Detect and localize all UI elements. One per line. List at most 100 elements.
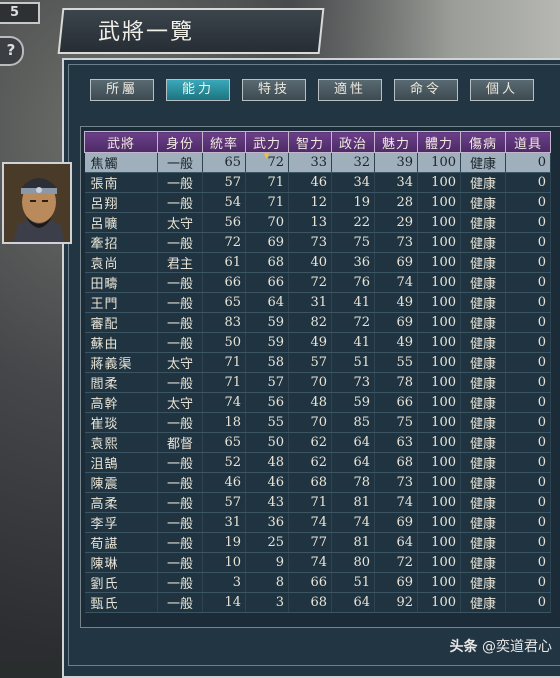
tab-4[interactable]: 命令	[394, 79, 458, 101]
cell-道具: 0	[505, 372, 551, 393]
cell-道具: 0	[505, 272, 551, 293]
cell-政治: 81	[331, 532, 375, 553]
cell-政治: 81	[331, 492, 375, 513]
cell-身份: 一般	[157, 192, 203, 213]
cell-武力: 68	[245, 252, 289, 273]
cell-身份: 一般	[157, 592, 203, 613]
table-row[interactable]: 呂曠 太守 56 70 13 22 29 100 健康 0	[84, 212, 551, 233]
tab-0[interactable]: 所屬	[90, 79, 154, 101]
cell-傷病: 健康	[460, 212, 506, 233]
cell-魅力: 69	[374, 512, 418, 533]
cell-體力: 100	[417, 332, 461, 353]
column-header-9[interactable]: 道具	[505, 131, 551, 153]
cell-道具: 0	[505, 352, 551, 373]
table-row[interactable]: 審配 一般 83 59 82 72 69 100 健康 0	[84, 312, 551, 333]
cell-政治: 64	[331, 592, 375, 613]
cell-身份: 一般	[157, 372, 203, 393]
cell-智力: 62	[288, 432, 332, 453]
column-header-4[interactable]: 智力	[288, 131, 332, 153]
cell-政治: 78	[331, 472, 375, 493]
table-row[interactable]: 張南 一般 57 71 46 34 34 100 健康 0	[84, 172, 551, 193]
cell-統率: 14	[202, 592, 246, 613]
table-row[interactable]: 王門 一般 65 64 31 41 49 100 健康 0	[84, 292, 551, 313]
cell-統率: 31	[202, 512, 246, 533]
table-row[interactable]: 沮鵠 一般 52 48 62 64 68 100 健康 0	[84, 452, 551, 473]
column-header-0[interactable]: 武將	[84, 131, 158, 153]
cell-武力: 57	[245, 372, 289, 393]
cell-體力: 100	[417, 352, 461, 373]
table-row[interactable]: 高柔 一般 57 43 71 81 74 100 健康 0	[84, 492, 551, 513]
table-row[interactable]: 閻柔 一般 71 57 70 73 78 100 健康 0	[84, 372, 551, 393]
cell-武將: 蔣義渠	[84, 352, 158, 373]
cell-魅力: 29	[374, 212, 418, 233]
tab-1[interactable]: 能力	[166, 79, 230, 101]
cell-道具: 0	[505, 192, 551, 213]
cell-統率: 19	[202, 532, 246, 553]
cell-傷病: 健康	[460, 552, 506, 573]
table-row[interactable]: 牽招 一般 72 69 73 75 73 100 健康 0	[84, 232, 551, 253]
cell-魅力: 28	[374, 192, 418, 213]
cell-武將: 呂翔	[84, 192, 158, 213]
cell-武力: 48	[245, 452, 289, 473]
cell-身份: 一般	[157, 292, 203, 313]
column-header-5[interactable]: 政治	[331, 131, 375, 153]
cell-統率: 71	[202, 352, 246, 373]
table-row[interactable]: 田疇 一般 66 66 72 76 74 100 健康 0	[84, 272, 551, 293]
table-row[interactable]: 蘇由 一般 50 59 49 41 49 100 健康 0	[84, 332, 551, 353]
cell-統率: 83	[202, 312, 246, 333]
cell-道具: 0	[505, 212, 551, 233]
cell-武將: 呂曠	[84, 212, 158, 233]
cell-政治: 51	[331, 352, 375, 373]
column-header-7[interactable]: 體力	[417, 131, 461, 153]
cell-魅力: 68	[374, 452, 418, 473]
cell-魅力: 39	[374, 152, 418, 173]
column-header-1[interactable]: 身份	[157, 131, 203, 153]
cell-統率: 65	[202, 432, 246, 453]
cell-武力: 66	[245, 272, 289, 293]
cell-武將: 荀諶	[84, 532, 158, 553]
cell-武力: 59	[245, 332, 289, 353]
cell-道具: 0	[505, 552, 551, 573]
table-row[interactable]: 甄氏 一般 14 3 68 64 92 100 健康 0	[84, 592, 551, 613]
cell-武將: 高幹	[84, 392, 158, 413]
table-row[interactable]: 蔣義渠 太守 71 58 57 51 55 100 健康 0	[84, 352, 551, 373]
table-row[interactable]: 高幹 太守 74 56 48 59 66 100 健康 0	[84, 392, 551, 413]
table-row[interactable]: 陳琳 一般 10 9 74 80 72 100 健康 0	[84, 552, 551, 573]
cell-統率: 52	[202, 452, 246, 473]
table-body: 焦觸 一般 65 72 33 32 39 100 健康 0 張南 一般 57 71 46 34 34 100 健康 0…	[84, 152, 551, 613]
column-header-2[interactable]: 統率	[202, 131, 246, 153]
table-row[interactable]: 荀諶 一般 19 25 77 81 64 100 健康 0	[84, 532, 551, 553]
table-row[interactable]: 陳震 一般 46 46 68 78 73 100 健康 0	[84, 472, 551, 493]
table-row[interactable]: 焦觸 一般 65 72 33 32 39 100 健康 0	[84, 152, 551, 173]
cell-傷病: 健康	[460, 192, 506, 213]
table-row[interactable]: 崔琰 一般 18 55 70 85 75 100 健康 0	[84, 412, 551, 433]
cell-體力: 100	[417, 552, 461, 573]
column-header-8[interactable]: 傷病	[460, 131, 506, 153]
cell-武力: 71	[245, 172, 289, 193]
cell-魅力: 64	[374, 532, 418, 553]
tab-3[interactable]: 適性	[318, 79, 382, 101]
cell-道具: 0	[505, 252, 551, 273]
cell-武力: 56	[245, 392, 289, 413]
table-row[interactable]: 李孚 一般 31 36 74 74 69 100 健康 0	[84, 512, 551, 533]
tab-5[interactable]: 個人	[470, 79, 534, 101]
cell-魅力: 75	[374, 412, 418, 433]
column-header-3[interactable]: 武力	[245, 131, 289, 153]
cell-身份: 一般	[157, 532, 203, 553]
tab-2[interactable]: 特技	[242, 79, 306, 101]
cell-傷病: 健康	[460, 592, 506, 613]
cell-道具: 0	[505, 332, 551, 353]
cell-身份: 一般	[157, 572, 203, 593]
cell-傷病: 健康	[460, 532, 506, 553]
cell-武將: 焦觸	[84, 152, 158, 173]
table-row[interactable]: 呂翔 一般 54 71 12 19 28 100 健康 0	[84, 192, 551, 213]
cell-道具: 0	[505, 172, 551, 193]
cell-武將: 甄氏	[84, 592, 158, 613]
cell-道具: 0	[505, 572, 551, 593]
table-row[interactable]: 袁尚 君主 61 68 40 36 69 100 健康 0	[84, 252, 551, 273]
table-row[interactable]: 劉氏 一般 3 8 66 51 69 100 健康 0	[84, 572, 551, 593]
column-header-6[interactable]: 魅力	[374, 131, 418, 153]
table-row[interactable]: 袁熙 都督 65 50 62 64 63 100 健康 0	[84, 432, 551, 453]
cell-魅力: 69	[374, 572, 418, 593]
cell-魅力: 78	[374, 372, 418, 393]
